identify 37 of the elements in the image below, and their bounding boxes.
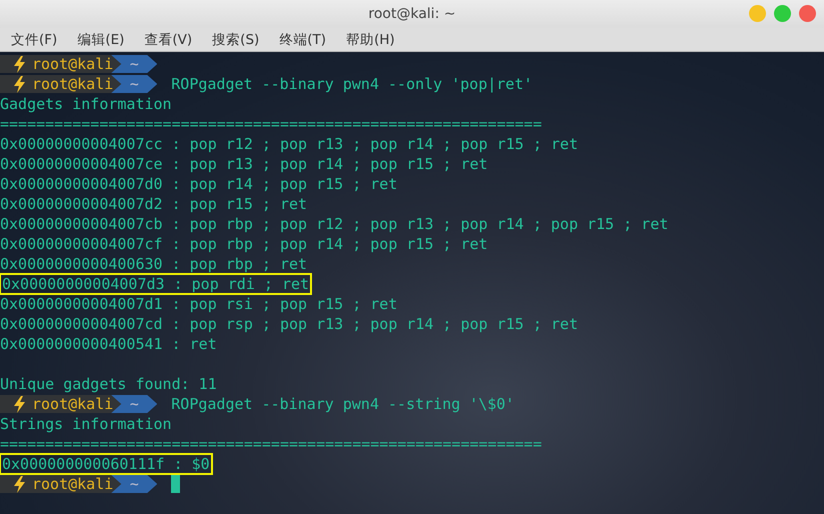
command-text: ROPgadget --binary pwn4 --string '\$0' <box>171 394 514 414</box>
menu-item[interactable]: 搜索(S) <box>201 28 268 51</box>
output-line: 0x00000000004007d2 : pop r15 ; ret <box>0 195 308 213</box>
output-line: 0x00000000004007d1 : pop rsi ; pop r15 ; ret <box>0 295 398 313</box>
menu-item[interactable]: 编辑(E) <box>66 28 134 51</box>
output-line: 0x00000000004007cd : pop rsp ; pop r13 ; pop r14 ; pop r15 ; ret <box>0 315 578 333</box>
prompt-user: root@kali <box>32 475 114 493</box>
output-line: 0x00000000004007cf : pop rbp ; pop r14 ; pop r15 ; ret <box>0 235 488 253</box>
menu-item[interactable]: 终端(T) <box>268 28 336 51</box>
menu-item[interactable]: 查看(V) <box>133 28 202 51</box>
output-line: 0x0000000000400541 : ret <box>0 335 217 353</box>
prompt-user: root@kali <box>32 55 114 73</box>
output-line: 0x0000000000400630 : pop rbp ; ret <box>0 255 308 273</box>
output-line: Gadgets information <box>0 95 172 113</box>
output-line: Strings information <box>0 415 172 433</box>
output-line: Unique gadgets found: 11 <box>0 375 217 393</box>
lightning-icon <box>14 396 26 412</box>
output-line: 0x00000000004007cb : pop rbp ; pop r12 ; pop r13 ; pop r14 ; pop r15 ; ret <box>0 215 668 233</box>
minimize-button[interactable] <box>749 5 766 22</box>
prompt-user: root@kali <box>32 395 114 413</box>
window-title: root@kali: ~ <box>368 6 456 22</box>
menu-item[interactable]: 文件(F) <box>0 28 66 51</box>
highlighted-output-line: 0x00000000004007d3 : pop rdi ; ret <box>0 274 312 294</box>
lightning-icon <box>14 76 26 92</box>
close-button[interactable] <box>799 5 816 22</box>
output-line: 0x00000000004007ce : pop r13 ; pop r14 ; pop r15 ; ret <box>0 155 488 173</box>
output-line: 0x00000000004007d0 : pop r14 ; pop r15 ; ret <box>0 175 398 193</box>
command-text: ROPgadget --binary pwn4 --only 'pop|ret' <box>171 74 533 94</box>
output-line: ============================================================ <box>0 115 542 133</box>
lightning-icon <box>14 476 26 492</box>
output-line: 0x00000000004007cc : pop r12 ; pop r13 ; pop r14 ; pop r15 ; ret <box>0 135 578 153</box>
menu-item[interactable]: 帮助(H) <box>335 28 404 51</box>
prompt-user: root@kali <box>32 75 114 93</box>
lightning-icon <box>14 56 26 72</box>
maximize-button[interactable] <box>774 5 791 22</box>
output-line: ============================================================ <box>0 435 542 453</box>
highlighted-output-line: 0x000000000060111f : $0 <box>0 454 212 474</box>
